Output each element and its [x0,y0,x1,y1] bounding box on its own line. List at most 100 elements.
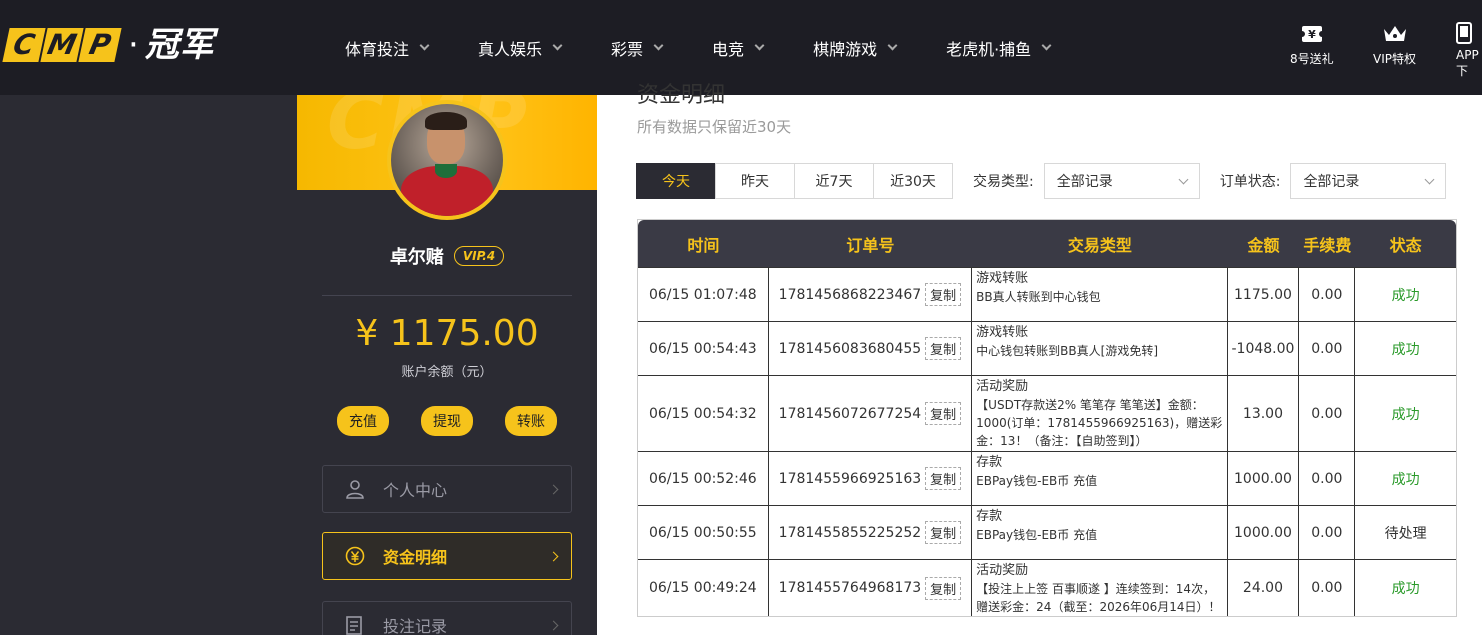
cell-status: 成功 [1355,560,1456,616]
cell-amount: 1175.00 [1228,268,1300,321]
column-header-time: 时间 [687,235,720,255]
cell-amount: 24.00 [1228,560,1300,616]
transfer-button[interactable]: 转账 [505,406,557,436]
table-row: 06/15 00:50:55 1781455855225252 复制 存款 EBPay钱… [638,505,1456,559]
chevron-down-icon [419,40,430,51]
table-row: 06/15 00:52:46 1781455966925163 复制 存款 EBPay钱… [638,451,1456,505]
cell-type: 活动奖励 【投注上上签 百事顺遂 】连续签到：14次，赠送彩金：24（截至：202… [972,560,1228,616]
withdraw-button[interactable]: 提现 [421,406,473,436]
copy-button[interactable]: 复制 [925,521,962,544]
nav-sports[interactable]: 体育投注 [345,36,430,60]
nav-card-games[interactable]: 棋牌游戏 [813,36,898,60]
cell-amount: 1000.00 [1228,452,1300,505]
tab-yesterday[interactable]: 昨天 [715,163,795,199]
cell-status: 成功 [1355,376,1456,451]
transaction-type-select[interactable]: 全部记录 [1043,163,1200,199]
fee-text: 0.00 [1311,580,1343,596]
cell-time: 06/15 00:50:55 [638,506,769,559]
type-detail: BB真人转账到中心钱包 [976,290,1101,304]
cell-amount: -1048.00 [1228,322,1300,375]
tab-last-7-days[interactable]: 近7天 [794,163,874,199]
chevron-right-icon [548,551,559,561]
avatar[interactable] [387,100,507,220]
gift-link[interactable]: ¥ 8号送礼 [1290,22,1334,72]
transaction-type-label: 交易类型: [973,174,1034,190]
cell-fee: 0.00 [1299,322,1356,375]
sidebar-item-profile[interactable]: 个人中心 [322,465,572,513]
sidebar-item-bets[interactable]: 投注记录 [322,601,572,635]
nav-esports[interactable]: 电竞 [712,36,765,60]
logo-letter: C [2,28,46,62]
username: 卓尔赌 [389,247,444,268]
column-header-type: 交易类型 [1067,235,1132,255]
cell-time: 06/15 00:54:32 [638,376,769,451]
tab-today[interactable]: 今天 [636,163,716,199]
currency-yen-icon [345,546,365,566]
nav-live-casino[interactable]: 真人娱乐 [478,36,563,60]
cell-type: 存款 EBPay钱包-EB币 充值 [972,506,1228,559]
cell-time: 06/15 00:52:46 [638,452,769,505]
time-text: 06/15 01:07:48 [648,286,757,303]
user-icon [345,479,365,499]
nav-slots-fishing[interactable]: 老虎机·捕鱼 [946,36,1052,60]
cell-status: 待处理 [1355,506,1456,559]
account-balance: ¥ 1175.00 [355,313,539,354]
funds-detail-panel: 资金明细 所有数据只保留近30天 今天 昨天 近7天 近30天 交易类型: 全部… [597,83,1482,635]
avatar-image [391,104,503,216]
wallet-actions: 充值 提现 转账 [337,406,557,436]
order-number: 1781455966925163 [778,470,922,487]
type-text: 活动奖励 [976,563,1029,578]
logo-letter: M [40,28,84,62]
copy-button[interactable]: 复制 [925,283,962,306]
deposit-button[interactable]: 充值 [337,406,389,436]
type-detail: EBPay钱包-EB币 充值 [976,474,1098,488]
order-status-select[interactable]: 全部记录 [1290,163,1447,199]
copy-button[interactable]: 复制 [925,467,962,490]
logo-cmp: C M P [2,28,122,62]
status-badge: 待处理 [1384,525,1427,542]
type-text: 游戏转账 [976,271,1029,286]
copy-button[interactable]: 复制 [925,402,962,425]
logo[interactable]: C M P · 冠军 [2,26,215,64]
transaction-type-value: 全部记录 [1056,174,1113,190]
copy-button[interactable]: 复制 [925,576,962,600]
sidebar-item-funds[interactable]: 资金明细 [322,532,572,580]
cell-amount: 13.00 [1228,376,1300,451]
chevron-down-icon [552,40,563,51]
fee-text: 0.00 [1311,340,1343,357]
cell-fee: 0.00 [1299,376,1356,451]
type-detail: EBPay钱包-EB币 充值 [976,528,1098,542]
tab-last-30-days[interactable]: 近30天 [873,163,953,199]
type-detail: 中心钱包转账到BB真人[游戏免转] [976,344,1159,358]
type-text: 存款 [976,455,1003,470]
top-navbar: C M P · 冠军 体育投注 真人娱乐 彩票 电竞 棋牌游戏 老虎机·捕鱼 ¥… [0,0,1482,95]
app-download-link[interactable]: APP下 [1456,22,1482,78]
cell-time: 06/15 00:54:43 [638,322,769,375]
amount-text: 1000.00 [1234,470,1292,487]
cell-order: 1781455966925163 复制 [769,452,973,505]
table-body: 06/15 01:07:48 1781456868223467 复制 游戏转账 BB真人… [638,267,1456,616]
cell-amount: 1000.00 [1228,506,1300,559]
fee-text: 0.00 [1311,524,1343,541]
cell-order: 1781455855225252 复制 [769,506,973,559]
copy-button[interactable]: 复制 [925,337,962,360]
list-icon [345,615,365,635]
nav-lottery[interactable]: 彩票 [611,36,664,60]
status-badge: 成功 [1391,406,1420,423]
column-header-order: 订单号 [846,235,895,255]
vip-link[interactable]: VIP特权 [1373,22,1416,72]
username-row: 卓尔赌 VIP.4 [297,243,597,269]
time-text: 06/15 00:50:55 [648,524,757,541]
svg-text:¥: ¥ [1308,28,1316,41]
chevron-down-icon [887,40,898,51]
amount-text: 1000.00 [1234,524,1292,541]
cell-status: 成功 [1355,322,1456,375]
amount-text: 1175.00 [1234,286,1292,303]
sidebar-item-label: 资金明细 [383,548,448,567]
amount-text: -1048.00 [1231,340,1295,357]
cell-status: 成功 [1355,452,1456,505]
cell-order: 1781455764968173 复制 [769,560,973,616]
gift-ticket-icon: ¥ [1299,22,1324,46]
fee-text: 0.00 [1311,470,1343,487]
filter-bar: 今天 昨天 近7天 近30天 交易类型: 全部记录 订单状态: 全部记录 [636,163,1447,199]
